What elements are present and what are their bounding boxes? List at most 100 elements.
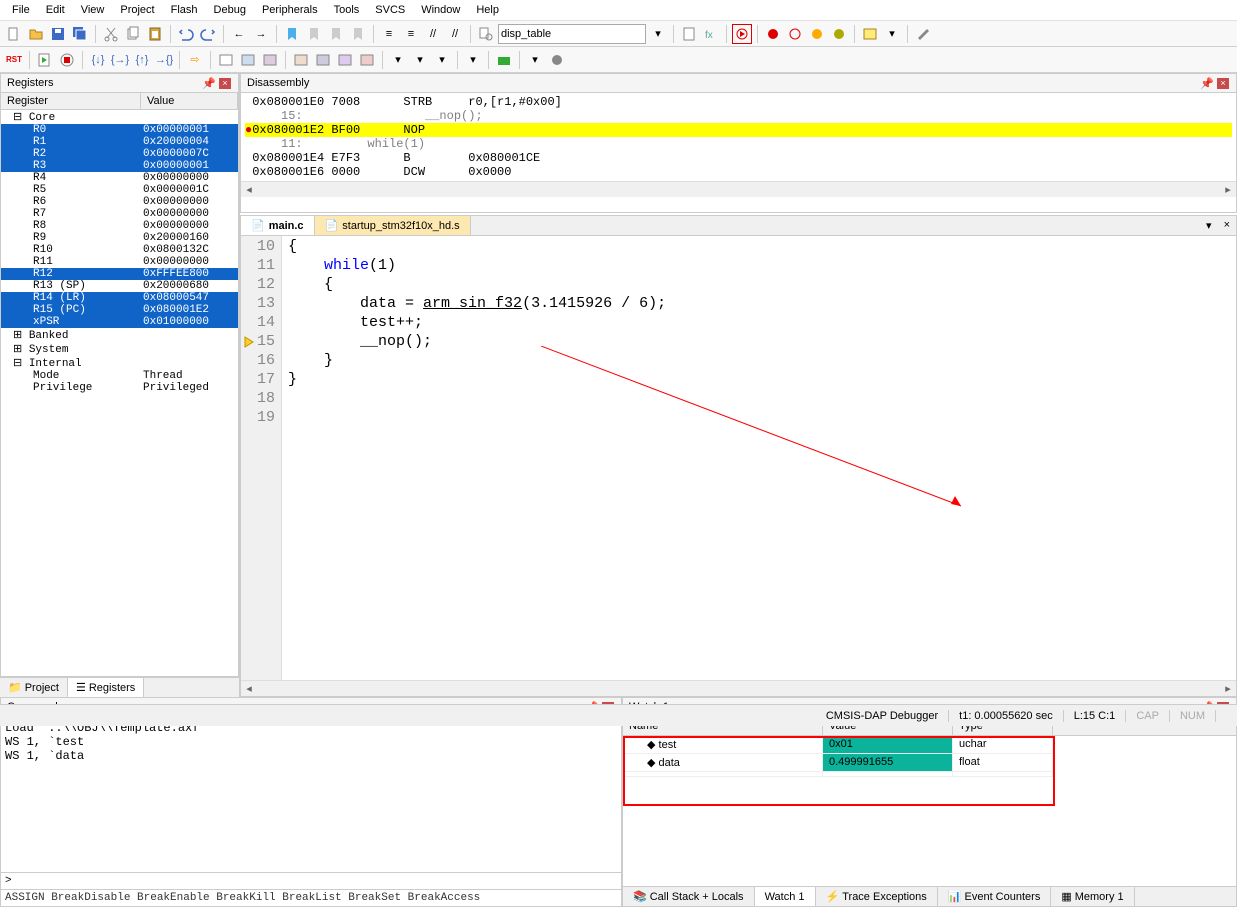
register-row[interactable]: R100x0800132C — [1, 244, 238, 256]
reset-icon[interactable]: RST — [4, 50, 24, 70]
editor-body[interactable]: 10111213141516171819 { while(1) { data =… — [241, 236, 1236, 680]
register-row[interactable]: R110x00000000 — [1, 256, 238, 268]
paste-icon[interactable] — [145, 24, 165, 44]
register-row[interactable]: xPSR0x01000000 — [1, 316, 238, 328]
close-icon[interactable]: × — [1216, 76, 1230, 90]
code-line[interactable]: __nop(); — [288, 333, 666, 352]
hscrollbar[interactable]: ◂▸ — [241, 181, 1236, 197]
disasm-body[interactable]: 0x080001E0 7008 STRB r0,[r1,#0x00] 15: _… — [241, 93, 1236, 181]
step-out-icon[interactable]: {↑} — [132, 50, 152, 70]
func-icon[interactable]: fx — [701, 24, 721, 44]
debug-start-icon[interactable] — [732, 24, 752, 44]
step-in-icon[interactable]: {↓} — [88, 50, 108, 70]
serial-window-icon[interactable]: ▾ — [388, 50, 408, 70]
menu-debug[interactable]: Debug — [206, 2, 254, 18]
copy-icon[interactable] — [123, 24, 143, 44]
outdent-icon[interactable]: ≡ — [401, 24, 421, 44]
tab-close-icon[interactable]: × — [1218, 216, 1236, 235]
comment-icon[interactable]: // — [423, 24, 443, 44]
bookmark-icon[interactable] — [282, 24, 302, 44]
undo-icon[interactable] — [176, 24, 196, 44]
nav-fwd-icon[interactable]: → — [251, 24, 271, 44]
disasm-line[interactable]: 0x080001E4 E7F3 B 0x080001CE — [245, 151, 1232, 165]
breakpoint-kill-icon[interactable] — [829, 24, 849, 44]
tab-registers[interactable]: ☰Registers — [68, 678, 144, 697]
nav-back-icon[interactable]: ← — [229, 24, 249, 44]
pin-icon[interactable]: 📌 — [202, 76, 216, 90]
code-line[interactable]: while(1) — [288, 257, 666, 276]
tab-trace[interactable]: ⚡Trace Exceptions — [816, 887, 938, 906]
register-row[interactable]: R14 (LR)0x08000547 — [1, 292, 238, 304]
tab-events[interactable]: 📊Event Counters — [938, 887, 1052, 906]
register-row[interactable]: R30x00000001 — [1, 160, 238, 172]
register-row[interactable]: PrivilegePrivileged — [1, 382, 238, 394]
registers-tree[interactable]: ⊟ CoreR00x00000001R10x20000004R20x000000… — [1, 110, 238, 676]
run-to-cursor-icon[interactable]: →{} — [154, 50, 174, 70]
tab-project[interactable]: 📁Project — [0, 678, 68, 697]
new-file-icon[interactable] — [4, 24, 24, 44]
menu-flash[interactable]: Flash — [163, 2, 206, 18]
menu-view[interactable]: View — [73, 2, 113, 18]
watch-body[interactable]: ◆ test0x01uchar◆ data0.499991655float — [623, 736, 1236, 886]
register-group[interactable]: ⊟ Internal — [1, 356, 238, 370]
tab-startup-s[interactable]: 📄startup_stm32f10x_hd.s — [315, 216, 471, 235]
window-dropdown-icon[interactable]: ▾ — [882, 24, 902, 44]
register-row[interactable]: R00x00000001 — [1, 124, 238, 136]
registers-window-icon[interactable] — [291, 50, 311, 70]
memory-window-icon[interactable] — [357, 50, 377, 70]
disasm-window-icon[interactable] — [238, 50, 258, 70]
cmd-window-icon[interactable] — [216, 50, 236, 70]
cut-icon[interactable] — [101, 24, 121, 44]
bookmark-clear-icon[interactable] — [348, 24, 368, 44]
redo-icon[interactable] — [198, 24, 218, 44]
trace-window-icon[interactable]: ▾ — [432, 50, 452, 70]
command-output[interactable]: Load "..\\OBJ\\Template.axf"WS 1, `testW… — [1, 717, 621, 872]
tab-main-c[interactable]: 📄main.c — [241, 216, 315, 235]
disasm-line[interactable]: 11: while(1) — [245, 137, 1232, 151]
menu-svcs[interactable]: SVCS — [367, 2, 413, 18]
bookmark-next-icon[interactable] — [326, 24, 346, 44]
close-icon[interactable]: × — [218, 76, 232, 90]
menu-tools[interactable]: Tools — [326, 2, 368, 18]
register-row[interactable]: R13 (SP)0x20000680 — [1, 280, 238, 292]
pin-icon[interactable]: 📌 — [1200, 76, 1214, 90]
doc-icon[interactable] — [679, 24, 699, 44]
register-row[interactable]: R50x0000001C — [1, 184, 238, 196]
code-line[interactable]: { — [288, 238, 666, 257]
uncomment-icon[interactable]: // — [445, 24, 465, 44]
register-group[interactable]: ⊞ Banked — [1, 328, 238, 342]
find-combo[interactable] — [498, 24, 646, 44]
hscrollbar[interactable]: ◂▸ — [241, 680, 1236, 696]
menu-file[interactable]: File — [4, 2, 38, 18]
save-icon[interactable] — [48, 24, 68, 44]
menu-help[interactable]: Help — [468, 2, 507, 18]
breakpoint-disable-icon[interactable] — [807, 24, 827, 44]
register-row[interactable]: R10x20000004 — [1, 136, 238, 148]
register-row[interactable]: R90x20000160 — [1, 232, 238, 244]
register-row[interactable]: R70x00000000 — [1, 208, 238, 220]
tab-memory[interactable]: ▦Memory 1 — [1051, 887, 1134, 906]
step-over-icon[interactable]: {→} — [110, 50, 130, 70]
register-group[interactable]: ⊞ System — [1, 342, 238, 356]
sys-viewer-icon[interactable]: ▾ — [463, 50, 483, 70]
breakpoint-enable-icon[interactable] — [785, 24, 805, 44]
register-row[interactable]: R20x0000007C — [1, 148, 238, 160]
disasm-line[interactable]: 15: __nop(); — [245, 109, 1232, 123]
watch-row[interactable]: ◆ data0.499991655float — [623, 754, 1236, 772]
breakpoint-insert-icon[interactable] — [763, 24, 783, 44]
disasm-line[interactable]: ●0x080001E2 BF00 NOP — [245, 123, 1232, 137]
symbol-window-icon[interactable] — [260, 50, 280, 70]
find-dropdown-icon[interactable]: ▾ — [648, 24, 668, 44]
menu-window[interactable]: Window — [413, 2, 468, 18]
open-file-icon[interactable] — [26, 24, 46, 44]
menu-project[interactable]: Project — [112, 2, 162, 18]
window-icon[interactable] — [860, 24, 880, 44]
watch-row[interactable]: ◆ test0x01uchar — [623, 736, 1236, 754]
find-in-files-icon[interactable] — [476, 24, 496, 44]
code-line[interactable] — [288, 409, 666, 428]
debug-settings-icon[interactable] — [547, 50, 567, 70]
register-row[interactable]: R80x00000000 — [1, 220, 238, 232]
register-row[interactable]: R15 (PC)0x080001E2 — [1, 304, 238, 316]
bookmark-prev-icon[interactable] — [304, 24, 324, 44]
update-icon[interactable]: ▾ — [525, 50, 545, 70]
